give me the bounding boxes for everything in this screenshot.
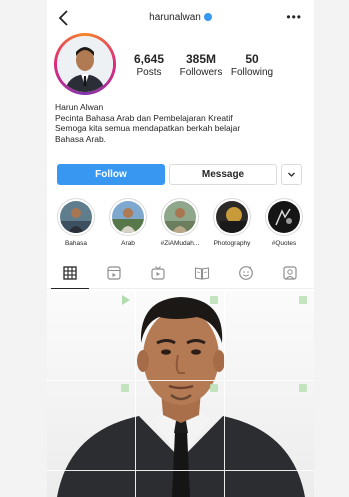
grid-post-tile[interactable]: [47, 291, 135, 380]
grid-post-tile[interactable]: [225, 471, 314, 497]
smiley-icon: [239, 266, 253, 280]
highlight-quotes[interactable]: #Quotes: [262, 198, 306, 247]
highlight-cover: [265, 198, 303, 236]
followers-label: Followers: [179, 67, 223, 78]
highlight-label: Bahasa: [64, 240, 88, 247]
highlight-label: #ZiAMudah...: [160, 240, 200, 247]
follow-button[interactable]: Follow: [57, 164, 165, 185]
posts-count: 6,645: [133, 52, 165, 66]
tab-effects[interactable]: [237, 264, 255, 282]
grid-post-tile[interactable]: [136, 471, 224, 497]
grid-post-tile[interactable]: [47, 471, 135, 497]
profile-screen: harunalwan ••• 6,645 Posts 385M Follower…: [47, 0, 314, 497]
grid-post-tile[interactable]: [225, 381, 314, 470]
username-title: harunalwan: [47, 12, 314, 23]
username-label: harunalwan: [149, 12, 201, 23]
more-options-button[interactable]: •••: [286, 10, 302, 24]
highlight-arab[interactable]: Arab: [106, 198, 150, 247]
bio-line: Bahasa Arab.: [55, 133, 107, 144]
highlight-bahasa[interactable]: Bahasa: [54, 198, 98, 247]
stat-following[interactable]: 50 Following: [228, 53, 276, 79]
highlight-label: Photography: [213, 240, 251, 247]
message-button[interactable]: Message: [169, 164, 277, 185]
tab-igtv[interactable]: [149, 264, 167, 282]
tab-reels[interactable]: [105, 264, 123, 282]
followers-count: 385M: [185, 52, 217, 66]
following-count: 50: [245, 52, 259, 66]
display-name: Harun Alwan: [55, 102, 104, 112]
highlight-label: Arab: [121, 240, 135, 247]
posts-label: Posts: [136, 67, 162, 78]
tab-guides[interactable]: [193, 264, 211, 282]
grid-post-tile[interactable]: [225, 291, 314, 380]
grid-post-tile[interactable]: [136, 381, 224, 470]
grid-post-tile[interactable]: [136, 291, 224, 380]
guide-book-icon: [194, 267, 210, 280]
highlight-cover: [57, 198, 95, 236]
highlight-cover: [213, 198, 251, 236]
bio-line: Pecinta Bahasa Arab dan Pembelajaran Kre…: [55, 112, 233, 123]
stat-posts[interactable]: 6,645 Posts: [129, 53, 169, 79]
stat-followers[interactable]: 385M Followers: [175, 53, 227, 79]
profile-tabs: [47, 258, 314, 289]
profile-avatar[interactable]: [54, 33, 116, 95]
highlight-label: #Quotes: [271, 240, 297, 247]
profile-bio: Harun Alwan Pecinta Bahasa Arab dan Pemb…: [55, 102, 310, 144]
reels-icon: [107, 266, 121, 280]
chevron-down-icon: [288, 172, 295, 177]
top-bar: harunalwan •••: [47, 6, 314, 32]
post-grid: [47, 291, 314, 497]
grid-post-tile[interactable]: [47, 381, 135, 470]
highlight-photography[interactable]: Photography: [210, 198, 254, 247]
verified-badge-icon: [203, 13, 212, 21]
bio-line: Semoga kita semua mendapatkan berkah bel…: [55, 123, 241, 133]
following-label: Following: [230, 67, 274, 78]
highlight-ziamudah[interactable]: #ZiAMudah...: [158, 198, 202, 247]
highlight-cover: [109, 198, 147, 236]
grid-icon: [63, 266, 77, 280]
tab-posts-grid[interactable]: [51, 264, 89, 289]
tagged-person-icon: [283, 266, 297, 280]
highlight-cover: [161, 198, 199, 236]
suggested-accounts-button[interactable]: [281, 164, 302, 185]
avatar-image: [57, 36, 113, 92]
tv-icon: [151, 266, 165, 280]
tab-tagged[interactable]: [281, 264, 299, 282]
